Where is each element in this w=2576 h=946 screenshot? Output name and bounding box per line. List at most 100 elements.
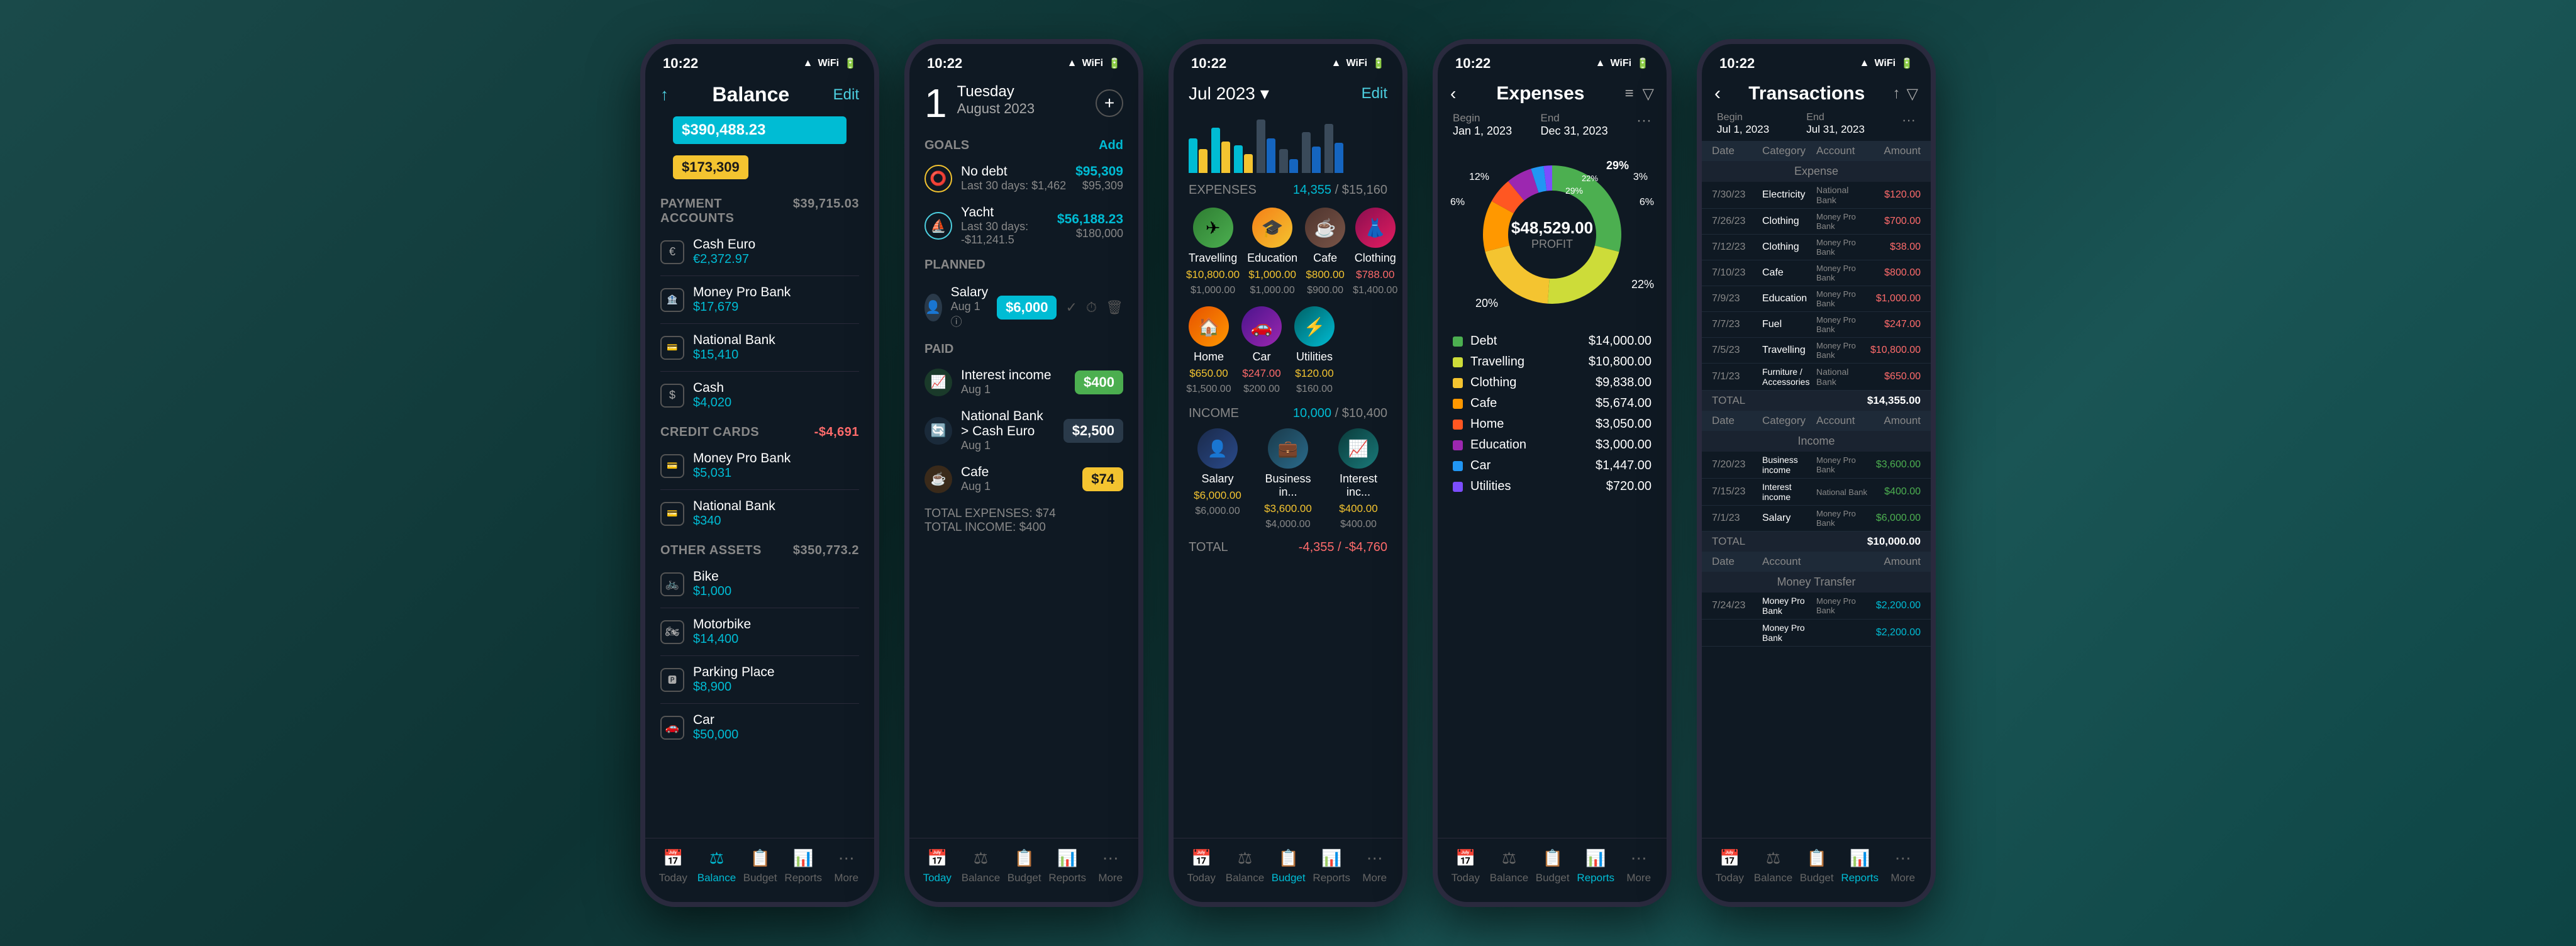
filter-icon-5[interactable]: ▽: [1907, 85, 1918, 103]
share-icon-5[interactable]: ↑: [1893, 85, 1901, 103]
nav-more-2[interactable]: ⋯ More: [1092, 849, 1130, 884]
tx-cafe[interactable]: 7/10/23 Cafe Money ProBank $800.00: [1702, 260, 1931, 286]
asset-motorbike[interactable]: 🏍 Motorbike $14,400: [645, 611, 874, 653]
tx-interest-income[interactable]: 7/15/23 Interest income National Bank $4…: [1702, 479, 1931, 506]
nav-reports-1[interactable]: 📊 Reports: [784, 849, 822, 884]
nav-today-2[interactable]: 📅 Today: [918, 849, 956, 884]
weekday: Tuesday: [957, 83, 1085, 101]
tx-clothing-2[interactable]: 7/12/23 Clothing Money ProBank $38.00: [1702, 235, 1931, 260]
nav-budget-4[interactable]: 📋 Budget: [1534, 849, 1572, 884]
nav-more-4[interactable]: ⋯ More: [1620, 849, 1658, 884]
tx-salary[interactable]: 7/1/23 Salary Money Pro Bank $6,000.00: [1702, 506, 1931, 531]
cat-education[interactable]: 🎓 Education $1,000.00 $1,000.00: [1247, 208, 1297, 296]
time-2: 10:22: [927, 55, 962, 72]
tx-transfer-2[interactable]: Money Pro Bank $2,200.00: [1702, 620, 1931, 647]
nav-budget-1[interactable]: 📋 Budget: [741, 849, 779, 884]
donut-legend: Debt $14,000.00 Travelling $10,800.00 Cl…: [1438, 329, 1667, 499]
asset-bike[interactable]: 🚲 Bike $1,000: [645, 563, 874, 605]
payment-accounts-header: PAYMENT ACCOUNTS $39,715.03: [645, 188, 874, 231]
income-total-row: TOTAL $10,000.00: [1702, 531, 1931, 552]
nav-balance-2[interactable]: ⚖ Balance: [962, 849, 1000, 884]
month-selector[interactable]: Jul 2023 ▾: [1189, 83, 1269, 104]
nav-today-5[interactable]: 📅 Today: [1711, 849, 1748, 884]
nav-reports-3[interactable]: 📊 Reports: [1313, 849, 1350, 884]
tx-clothing-1[interactable]: 7/26/23 Clothing Money ProBank $700.00: [1702, 209, 1931, 235]
nav-balance-3[interactable]: ⚖ Balance: [1226, 849, 1264, 884]
nav-reports-4[interactable]: 📊 Reports: [1577, 849, 1614, 884]
today-header: 1 Tuesday August 2023 +: [909, 77, 1138, 133]
add-button[interactable]: +: [1096, 89, 1123, 117]
cat-utilities[interactable]: ⚡ Utilities $120.00 $160.00: [1292, 306, 1337, 395]
goal-yacht[interactable]: ⛵ Yacht Last 30 days: -$11,241.5 $56,188…: [909, 199, 1138, 253]
tx-table-header: Date Category Account Amount: [1702, 141, 1931, 161]
nav-balance-5[interactable]: ⚖ Balance: [1754, 849, 1792, 884]
paid-interest[interactable]: 📈 Interest income Aug 1 $400: [909, 362, 1138, 403]
status-icons-2: ▲WiFi🔋: [1067, 57, 1121, 70]
month-year: August 2023: [957, 101, 1085, 117]
nav-budget-2[interactable]: 📋 Budget: [1006, 849, 1043, 884]
balance-icon-1: ⚖: [709, 849, 724, 868]
clock-icon[interactable]: ⏱: [1086, 299, 1097, 316]
paid-cafe[interactable]: ☕ Cafe Aug 1 $74: [909, 459, 1138, 499]
asset-parking[interactable]: 🅿 Parking Place $8,900: [645, 659, 874, 701]
nav-more-1[interactable]: ⋯ More: [828, 849, 865, 884]
account-money-pro-bank[interactable]: 🏦 Money Pro Bank $17,679: [645, 279, 874, 321]
more-icon-3: ⋯: [1367, 849, 1383, 868]
account-cash-euro[interactable]: € Cash Euro €2,372.97: [645, 231, 874, 273]
planned-salary[interactable]: 👤 Salary Aug 1 ⓘ $6,000 ✓ ⏱ 🗑: [909, 277, 1138, 337]
nav-today-1[interactable]: 📅 Today: [654, 849, 692, 884]
planned-header: PLANNED: [909, 253, 1138, 277]
nav-today-3[interactable]: 📅 Today: [1182, 849, 1220, 884]
nav-reports-5[interactable]: 📊 Reports: [1841, 849, 1879, 884]
cat-cafe[interactable]: ☕ Cafe $800.00 $900.00: [1305, 208, 1345, 296]
nav-budget-5[interactable]: 📋 Budget: [1798, 849, 1836, 884]
cc-money-pro[interactable]: 💳 Money Pro Bank $5,031: [645, 445, 874, 487]
filter-icon[interactable]: ▽: [1643, 85, 1654, 103]
paid-transfer[interactable]: 🔄 National Bank > Cash Euro Aug 1 $2,500: [909, 403, 1138, 459]
more-dots-5[interactable]: ···: [1902, 112, 1916, 136]
tx-education[interactable]: 7/9/23 Education Money ProBank $1,000.00: [1702, 286, 1931, 312]
share-icon[interactable]: ↑: [660, 85, 669, 104]
account-national-bank[interactable]: 💳 National Bank $15,410: [645, 326, 874, 369]
nav-balance-1[interactable]: ⚖ Balance: [697, 849, 736, 884]
tx-electricity[interactable]: 7/30/23 Electricity National Bank $120.0…: [1702, 182, 1931, 209]
cat-car[interactable]: 🚗 Car $247.00 $200.00: [1239, 306, 1284, 395]
budget-icon-2: 📋: [1014, 849, 1035, 868]
tx-fuel[interactable]: 7/7/23 Fuel Money ProBank $247.00: [1702, 312, 1931, 338]
income-interest[interactable]: 📈 Interest inc... $400.00 $400.00: [1327, 428, 1390, 530]
cat-travelling[interactable]: ✈ Travelling $10,800.00 $1,000.00: [1186, 208, 1240, 296]
tx-transfer-1[interactable]: 7/24/23 Money Pro Bank Money Pro Bank $2…: [1702, 593, 1931, 620]
tx-biz-income[interactable]: 7/20/23 Business income Money Pro Bank $…: [1702, 452, 1931, 479]
cat-home[interactable]: 🏠 Home $650.00 $1,500.00: [1186, 306, 1231, 395]
nav-budget-3[interactable]: 📋 Budget: [1270, 849, 1307, 884]
sub-balance: $173,309: [658, 150, 862, 184]
income-salary[interactable]: 👤 Salary $6,000.00 $6,000.00: [1186, 428, 1249, 530]
check-icon[interactable]: ✓: [1065, 299, 1077, 316]
account-cash[interactable]: $ Cash $4,020: [645, 374, 874, 416]
income-business[interactable]: 💼 Business in... $3,600.00 $4,000.00: [1257, 428, 1319, 530]
nav-more-5[interactable]: ⋯ More: [1884, 849, 1922, 884]
tx-travelling[interactable]: 7/5/23 Travelling Money ProBank $10,800.…: [1702, 338, 1931, 364]
more-dots-4[interactable]: ···: [1636, 112, 1652, 138]
nav-reports-2[interactable]: 📊 Reports: [1048, 849, 1086, 884]
status-bar-4: 10:22 ▲WiFi🔋: [1438, 44, 1667, 77]
nav-balance-4[interactable]: ⚖ Balance: [1490, 849, 1528, 884]
filter-list-icon[interactable]: ≡: [1625, 85, 1634, 103]
reports-icon-5: 📊: [1850, 849, 1870, 868]
more-icon-5: ⋯: [1895, 849, 1911, 868]
edit-btn-budget[interactable]: Edit: [1362, 85, 1387, 103]
back-button-5[interactable]: ‹: [1714, 83, 1721, 104]
cat-clothing[interactable]: 👗 Clothing $788.00 $1,400.00: [1353, 208, 1397, 296]
reports-icon-3: 📊: [1321, 849, 1341, 868]
nav-more-3[interactable]: ⋯ More: [1356, 849, 1394, 884]
asset-car[interactable]: 🚗 Car $50,000: [645, 706, 874, 748]
cc-national-bank[interactable]: 💳 National Bank $340: [645, 492, 874, 535]
tx-furniture[interactable]: 7/1/23 Furniture /Accessories National B…: [1702, 364, 1931, 391]
nav-today-4[interactable]: 📅 Today: [1446, 849, 1484, 884]
phone-budget: 10:22 ▲WiFi🔋 Jul 2023 ▾ Edit: [1169, 39, 1407, 907]
goal-no-debt[interactable]: ⭕ No debt Last 30 days: $1,462 $95,309 $…: [909, 158, 1138, 199]
back-button-4[interactable]: ‹: [1450, 84, 1456, 104]
trash-icon[interactable]: 🗑: [1106, 299, 1123, 316]
date-number: 1: [924, 83, 947, 123]
edit-button[interactable]: Edit: [833, 86, 859, 104]
